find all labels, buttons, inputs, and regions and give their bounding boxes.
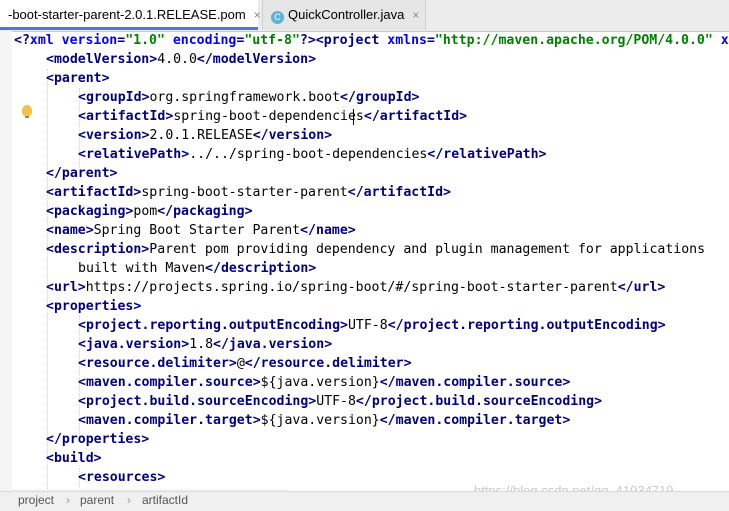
code-line: <parent> <box>46 71 110 86</box>
code-line: <artifactId>spring-boot-dependencies</ar… <box>78 109 468 124</box>
code-line: <project.reporting.outputEncoding>UTF-8<… <box>78 318 666 333</box>
code-line: <artifactId>spring-boot-starter-parent</… <box>46 185 451 200</box>
breadcrumb-item-parent[interactable]: parent <box>80 493 114 507</box>
code-line: <relativePath>../../spring-boot-dependen… <box>78 147 547 162</box>
close-icon[interactable]: × <box>254 8 261 22</box>
code-line: <maven.compiler.source>${java.version}</… <box>78 375 571 390</box>
breadcrumb-separator: › <box>66 493 70 507</box>
intention-bulb-icon[interactable] <box>22 105 32 118</box>
code-line: <description>Parent pom providing depend… <box>46 242 706 257</box>
editor-tab-bar: -boot-starter-parent-2.0.1.RELEASE.pom × … <box>0 0 729 32</box>
tab-quick-controller[interactable]: C QuickController.java × <box>262 0 426 30</box>
code-line: </parent> <box>46 166 118 181</box>
code-line: <?xml version="1.0" encoding="utf-8"?><p… <box>14 33 729 48</box>
code-line: <build> <box>46 451 102 466</box>
code-line: <packaging>pom</packaging> <box>46 204 253 219</box>
code-editor[interactable]: <?xml version="1.0" encoding="utf-8"?><p… <box>0 31 729 491</box>
code-line: </properties> <box>46 432 150 447</box>
code-line: <maven.compiler.target>${java.version}</… <box>78 413 571 428</box>
breadcrumb-separator: › <box>127 493 131 507</box>
breadcrumb-item-project[interactable]: project <box>18 493 54 507</box>
breadcrumb-item-artifactid[interactable]: artifactId <box>142 493 188 507</box>
tab-quick-controller-label: QuickController.java <box>288 7 405 22</box>
code-line: <project.build.sourceEncoding>UTF-8</pro… <box>78 394 603 409</box>
code-line: <properties> <box>46 299 142 314</box>
code-line: <name>Spring Boot Starter Parent</name> <box>46 223 356 238</box>
code-line: <resources> <box>78 470 166 485</box>
code-line: <url>https://projects.spring.io/spring-b… <box>46 280 666 295</box>
java-class-icon: C <box>271 11 284 24</box>
code-line: built with Maven</description> <box>78 261 317 276</box>
code-line: <version>2.0.1.RELEASE</version> <box>78 128 333 143</box>
tab-pom-file-label: -boot-starter-parent-2.0.1.RELEASE.pom <box>8 7 246 22</box>
code-line: <java.version>1.8</java.version> <box>78 337 333 352</box>
tab-pom-file[interactable]: -boot-starter-parent-2.0.1.RELEASE.pom × <box>0 0 261 30</box>
code-line: <resource.delimiter>@</resource.delimite… <box>78 356 412 371</box>
code-line: <modelVersion>4.0.0</modelVersion> <box>46 52 317 67</box>
code-line: <groupId>org.springframework.boot</group… <box>78 90 420 105</box>
text-caret <box>353 109 354 125</box>
breadcrumb: project › parent › artifactId <box>0 491 729 511</box>
close-icon[interactable]: × <box>412 8 419 22</box>
